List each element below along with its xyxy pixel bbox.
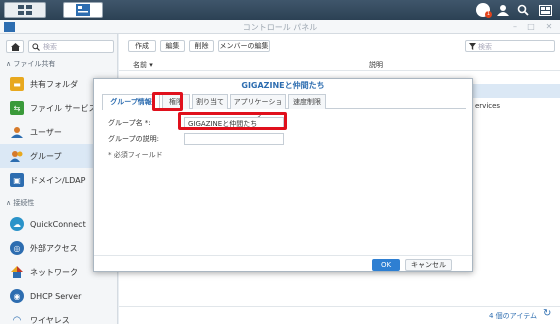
sidebar-item-label: ユーザー <box>30 127 62 137</box>
home-icon <box>10 42 20 51</box>
globe-icon: ◎ <box>10 241 24 255</box>
create-button[interactable]: 作成 <box>128 40 156 52</box>
cancel-button[interactable]: キャンセル <box>405 259 452 271</box>
sidebar-search-input[interactable]: 検索 <box>28 40 114 53</box>
group-dialog: GIGAZINEと仲間たち グループ情報 権限 割り当て アプリケーション 速度… <box>93 78 473 272</box>
highlight-permissions-tab <box>152 92 183 111</box>
sidebar-item-label: DHCP Server <box>30 291 82 301</box>
tab-applications[interactable]: アプリケーション <box>230 94 286 120</box>
item-count: 4 個のアイテム <box>489 312 537 320</box>
column-header-description[interactable]: 説明 <box>369 60 383 70</box>
sidebar-item-label: 共有フォルダ <box>30 79 78 89</box>
sidebar-item-label: ドメイン/LDAP <box>30 175 86 185</box>
home-button[interactable] <box>6 40 24 53</box>
widgets-icon <box>538 4 552 16</box>
group-icon <box>10 149 24 163</box>
taskbar: 1 <box>0 0 560 20</box>
notification-button[interactable]: 1 <box>474 1 492 19</box>
file-services-icon: ⇆ <box>10 101 24 115</box>
network-icon <box>10 265 24 279</box>
table-cell-description: ervices <box>475 102 501 110</box>
dhcp-icon: ◉ <box>10 289 24 303</box>
highlight-group-name <box>178 112 287 130</box>
folder-icon: ▬ <box>10 77 24 91</box>
sidebar-item-label: ネットワーク <box>30 267 78 277</box>
ok-button[interactable]: OK <box>372 259 400 271</box>
header-divider <box>119 70 560 71</box>
maximize-icon[interactable]: □ <box>526 22 536 32</box>
column-header-name-label: 名前 <box>133 61 147 69</box>
dialog-footer-divider <box>94 255 472 256</box>
user-button[interactable] <box>494 1 512 19</box>
wifi-icon: ◠ <box>12 314 22 324</box>
tab-quota[interactable]: 割り当て <box>192 94 228 109</box>
user-icon <box>497 5 509 16</box>
control-panel-icon <box>76 4 90 16</box>
dialog-title: GIGAZINEと仲間たち <box>241 81 325 90</box>
widgets-button[interactable] <box>536 1 554 19</box>
minimize-icon[interactable]: – <box>510 22 520 32</box>
quickconnect-icon: ☁ <box>10 217 24 231</box>
group-description-label: グループの説明: <box>108 135 159 143</box>
delete-button[interactable]: 削除 <box>189 40 214 52</box>
refresh-icon[interactable]: ↻ <box>543 308 551 319</box>
section-connectivity-label: 接続性 <box>13 199 35 207</box>
sidebar-item-dhcp-server[interactable]: ◉ DHCP Server <box>0 284 117 308</box>
list-footer: 4 個のアイテム ↻ <box>119 306 560 324</box>
group-name-label: グループ名 *: <box>108 119 151 127</box>
main-menu-button[interactable] <box>4 2 46 18</box>
filter-placeholder: 検索 <box>478 43 492 51</box>
section-file-sharing[interactable]: ∧ ファイル共有 <box>6 59 55 69</box>
section-connectivity[interactable]: ∧ 接続性 <box>6 198 34 208</box>
filter-input[interactable]: 検索 <box>465 40 555 52</box>
control-panel-taskbar-button[interactable] <box>63 2 103 18</box>
search-icon <box>517 4 529 16</box>
search-icon <box>32 43 40 51</box>
tab-speed-limit[interactable]: 速度制限 <box>288 94 326 109</box>
edit-button[interactable]: 編集 <box>160 40 185 52</box>
filter-icon <box>469 43 476 50</box>
sidebar-item-label: 外部アクセス <box>30 243 78 253</box>
domain-icon: ▣ <box>10 173 24 187</box>
window-title-bar: コントロール パネル – □ ✕ <box>0 20 560 34</box>
section-file-sharing-label: ファイル共有 <box>13 60 56 68</box>
sidebar-search-placeholder: 検索 <box>43 43 57 51</box>
sidebar-item-wireless[interactable]: ◠ ワイヤレス <box>0 308 117 324</box>
column-header-name[interactable]: 名前 ▾ <box>133 60 153 70</box>
edit-members-button[interactable]: メンバーの編集 <box>218 40 270 52</box>
window-title: コントロール パネル <box>242 23 318 32</box>
user-icon <box>10 125 24 139</box>
sidebar-item-label: グループ <box>30 151 62 161</box>
required-field-note: * 必須フィールド <box>108 151 163 159</box>
sidebar-item-label: ワイヤレス <box>30 315 70 324</box>
group-description-field[interactable] <box>184 133 284 145</box>
sidebar-item-label: QuickConnect <box>30 219 86 229</box>
search-button[interactable] <box>514 1 532 19</box>
notification-badge: 1 <box>485 11 492 18</box>
close-icon[interactable]: ✕ <box>544 22 554 32</box>
sidebar-item-label: ファイル サービス <box>30 103 97 113</box>
grid-icon <box>18 5 32 15</box>
